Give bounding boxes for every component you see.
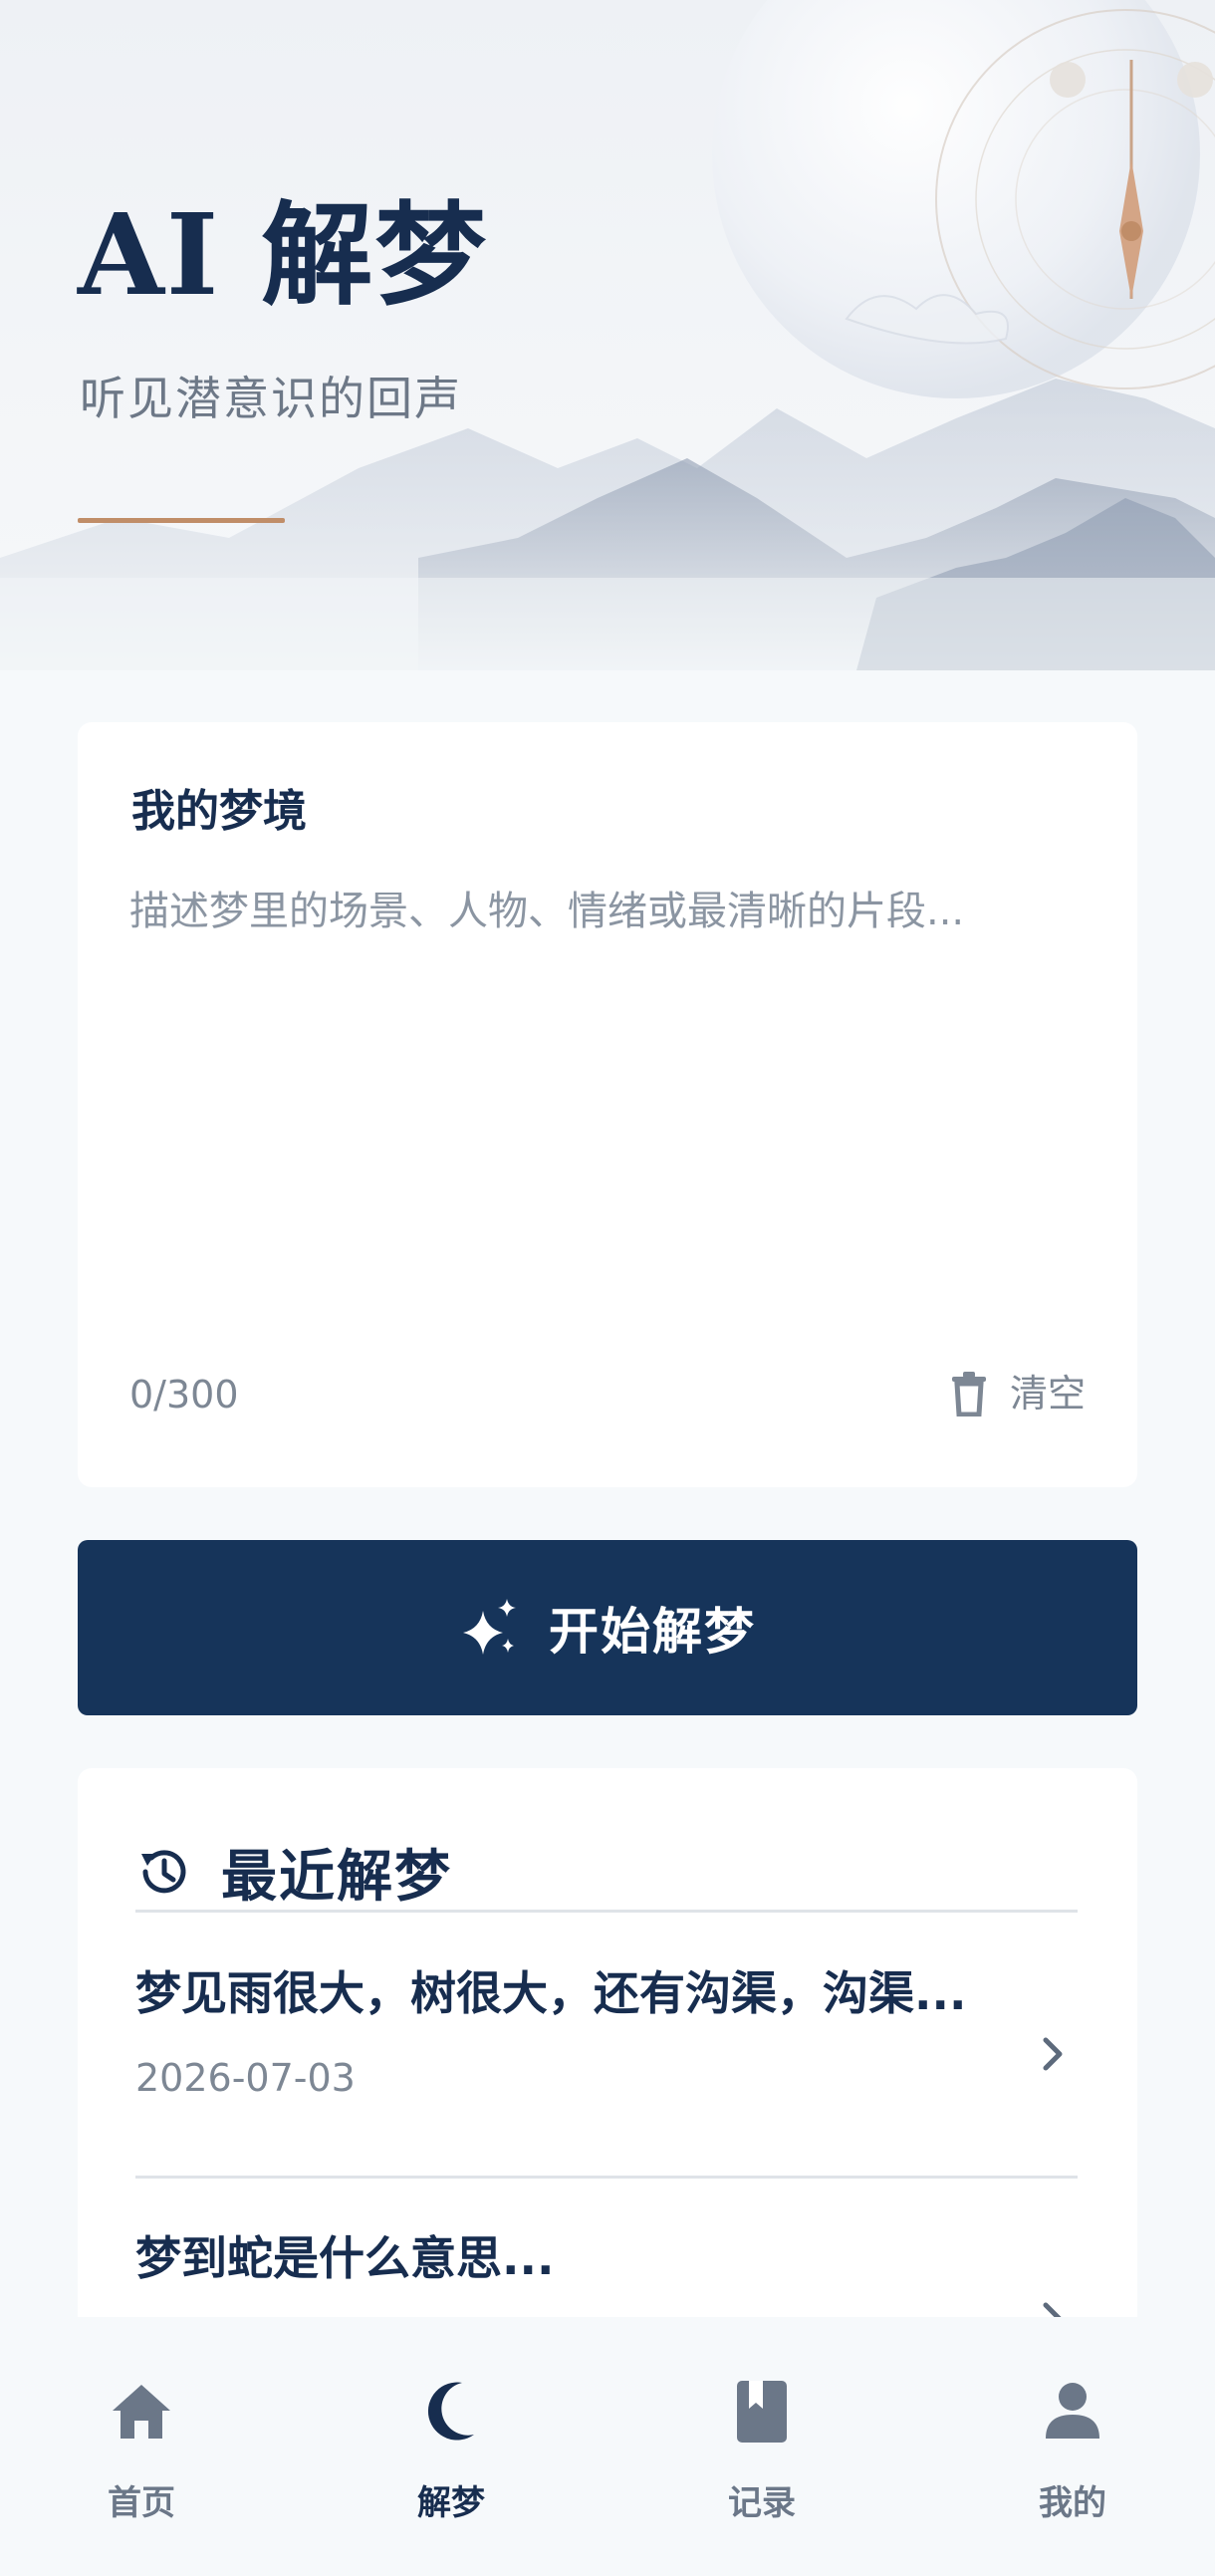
tab-dream[interactable]: 解梦 <box>352 2317 551 2576</box>
book-icon <box>737 2381 787 2443</box>
tab-records-label: 记录 <box>728 2483 796 2523</box>
tab-profile-label: 我的 <box>1039 2483 1106 2523</box>
tab-home[interactable]: 首页 <box>42 2317 241 2576</box>
recent-item[interactable]: 梦见雨很大，树很大，还有沟渠，沟渠... 2026-07-03 <box>135 1914 1078 2173</box>
divider <box>135 1910 1078 1913</box>
bottom-tab-bar: 首页 解梦 记录 我的 <box>0 2317 1215 2576</box>
dream-textarea[interactable] <box>129 882 1086 1300</box>
page: AI 解梦 听见潜意识的回声 我的梦境 0/300 清空 开始解梦 <box>0 0 1215 2576</box>
clear-button[interactable]: 清空 <box>950 1364 1086 1423</box>
recent-title: 最近解梦 <box>221 1844 452 1910</box>
trash-icon <box>951 1372 986 1417</box>
page-title: AI 解梦 <box>78 190 489 321</box>
sparkles-icon <box>463 1599 516 1655</box>
dream-input-title: 我的梦境 <box>131 786 307 837</box>
tab-dream-label: 解梦 <box>417 2483 485 2523</box>
clear-label: 清空 <box>1009 1372 1086 1416</box>
recent-item-text: 梦见雨很大，树很大，还有沟渠，沟渠... <box>135 1966 967 2020</box>
recent-header: 最近解梦 <box>135 1832 452 1912</box>
start-interpret-label: 开始解梦 <box>549 1603 756 1661</box>
start-interpret-button[interactable]: 开始解梦 <box>78 1540 1137 1715</box>
history-icon <box>141 1850 186 1894</box>
tab-profile[interactable]: 我的 <box>973 2317 1172 2576</box>
dream-input-card: 我的梦境 0/300 清空 <box>78 722 1137 1487</box>
page-subtitle: 听见潜意识的回声 <box>80 372 462 425</box>
char-counter: 0/300 <box>129 1373 239 1417</box>
moon-icon <box>427 2382 474 2441</box>
home-icon <box>113 2385 170 2439</box>
hero-landscape-illustration <box>0 0 1215 670</box>
tab-records[interactable]: 记录 <box>662 2317 861 2576</box>
user-icon <box>1046 2383 1099 2439</box>
recent-item-date: 2026-07-03 <box>135 2056 356 2100</box>
chevron-right-icon <box>1043 2037 1063 2071</box>
hero-banner: AI 解梦 听见潜意识的回声 <box>0 0 1215 670</box>
title-accent-divider <box>78 518 285 523</box>
recent-item-text: 梦到蛇是什么意思... <box>135 2231 555 2285</box>
tab-home-label: 首页 <box>108 2483 175 2523</box>
